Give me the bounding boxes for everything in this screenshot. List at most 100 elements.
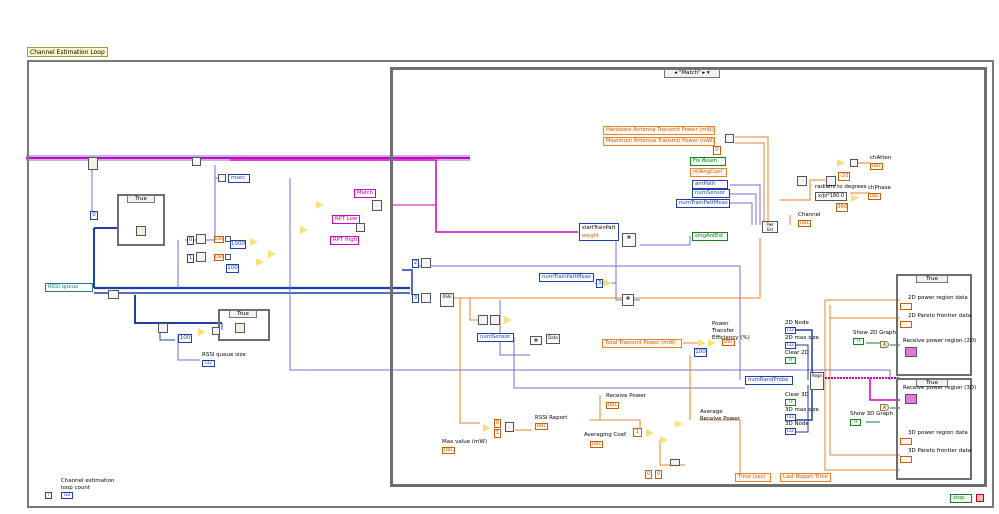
ms-timer-icon [192, 157, 201, 166]
num-rand-probe-control[interactable]: numRandProbe [745, 376, 793, 385]
last-report-time-control[interactable]: Last Report Time [780, 473, 831, 482]
node-2d-control[interactable]: I32 [785, 327, 796, 334]
rel-ang-coef-control[interactable]: relAngCoef [690, 168, 727, 177]
const-2[interactable]: 2 [412, 259, 419, 268]
num-sensor-control[interactable]: numSensor [692, 189, 730, 198]
const-100-timer[interactable]: 100 [226, 264, 239, 273]
select-rssi[interactable] [505, 422, 514, 432]
case-selector-next-icon[interactable]: ▸ ▾ [702, 70, 709, 76]
pareto-2d-indicator [900, 321, 912, 328]
clear-2d-label: Clear 2D [785, 350, 809, 356]
power-estimator-subvi[interactable]: Pwr Est [762, 221, 778, 233]
ch-phase-label: chPhase [868, 185, 891, 191]
const-1-avg[interactable]: 1 [633, 428, 642, 437]
const-3[interactable]: 3 [412, 294, 419, 303]
node-3d-control[interactable]: I32 [785, 428, 796, 435]
queue-status-function[interactable] [108, 290, 119, 299]
train-pattern-subvi[interactable]: ▦ [622, 233, 636, 247]
max-size-2d-control[interactable]: I32 [785, 342, 796, 349]
max-value-control[interactable]: DBL [442, 447, 455, 454]
ant-path-control[interactable]: antPath [692, 180, 728, 189]
build-array-antenna[interactable] [725, 134, 734, 143]
get-queue-status-function[interactable] [158, 323, 168, 333]
subtract-avg [646, 429, 654, 437]
max-size-3d-label: 3D max size [785, 407, 819, 413]
start-train-patt-cluster[interactable]: startTrainPatt weight [579, 223, 619, 241]
power-region-2d-label: 2D power region data [908, 295, 968, 301]
greater-than-2 [256, 258, 264, 266]
const-0-avg-1[interactable]: 0 [645, 470, 652, 479]
true-case-2-selector[interactable]: True [229, 310, 257, 318]
max-antenna-power[interactable]: Maximum Antenna Transmit Power (mW) [603, 137, 715, 146]
rpt-high-const[interactable]: RPT High [330, 236, 359, 245]
rssi-subvi[interactable]: RSSI [440, 293, 454, 307]
index-array-2[interactable] [421, 293, 431, 303]
formula-node[interactable]: x/pi*180.0 [815, 192, 847, 201]
const-zero-timer[interactable]: 0 [187, 236, 194, 245]
subtract-2[interactable] [225, 254, 231, 260]
show-2d-graph-control[interactable]: TF [853, 338, 864, 345]
time-sec-control[interactable]: Time (sec) [735, 473, 771, 482]
clear-3d-control[interactable]: TF [785, 399, 796, 406]
true-case-1-selector[interactable]: True [127, 195, 155, 203]
const-100-eff[interactable]: 100 [694, 348, 707, 357]
const-one-timer[interactable]: 1 [187, 254, 194, 263]
const-100-queue[interactable]: 100 [178, 334, 192, 343]
rssi-report-label: RSSI Report [535, 415, 568, 421]
receive-power-indicator: DBL [606, 402, 619, 409]
node-2d-label: 2D Node [785, 320, 809, 326]
stop-control[interactable]: stop [950, 494, 972, 503]
weight-label: weight [582, 233, 599, 239]
rssi-queue-control[interactable]: RSSI queue [45, 283, 93, 292]
case-selector-prev-icon[interactable]: ◂ [674, 70, 677, 76]
case-2d-selector[interactable]: True [916, 275, 948, 283]
multiply-avg-2 [675, 420, 683, 428]
select-function-2[interactable] [356, 223, 365, 232]
const-0-avg-2[interactable]: 0 [655, 470, 662, 479]
data-subvi[interactable]: Data [546, 334, 560, 344]
or-function[interactable] [212, 327, 220, 335]
array-subset-2[interactable] [490, 315, 500, 325]
sing-ant-est-control[interactable]: singAntEst [692, 232, 728, 241]
power-region-2d-indicator [900, 303, 912, 310]
index-subvi-2[interactable]: ▦ [622, 294, 634, 306]
const-360[interactable]: 360 [836, 203, 848, 212]
dequeue-function[interactable] [88, 157, 98, 170]
total-transmit-power[interactable]: Total Transmit Power (mW) [602, 339, 682, 348]
const-1-rssi[interactable]: 1 [494, 429, 501, 438]
const-0-rssi[interactable]: 0 [494, 419, 501, 428]
const-1000[interactable]: 1000 [230, 240, 246, 249]
time-function-1[interactable] [196, 234, 206, 244]
const-3-b[interactable]: 3 [596, 279, 603, 288]
select-function-1[interactable] [372, 200, 382, 211]
num-sensor-control-2[interactable]: numSensor [477, 333, 514, 342]
num-train-patt-meas-control[interactable]: numTrainPattMeas [676, 199, 730, 208]
msec-constant[interactable]: msec [228, 174, 250, 183]
region-subvi[interactable]: Regn [810, 372, 824, 390]
loop-title: Channel Estimation Loop [27, 47, 108, 57]
compare-icon [198, 328, 206, 336]
const-neg20[interactable]: -20 [838, 172, 850, 181]
clear-2d-control[interactable]: TF [785, 357, 796, 364]
const-zero-left[interactable]: 0 [90, 211, 98, 220]
shift-register-icon [670, 459, 680, 466]
show-3d-graph-control[interactable]: TF [850, 419, 861, 426]
time-function-2[interactable] [196, 252, 206, 262]
index-array-1[interactable] [421, 258, 431, 268]
loop-count-indicator: I32 [61, 492, 73, 499]
start-train-patt-label: startTrainPatt [582, 225, 616, 231]
atten-node[interactable] [850, 159, 858, 167]
case-selector[interactable]: ◂ "Match" ▸ ▾ [664, 69, 720, 78]
num-train-patt-meas-2[interactable]: numTrainPattMeas [539, 273, 594, 282]
ch-atten-label: chAtten [870, 155, 892, 161]
match-const[interactable]: Match [354, 189, 376, 198]
multiply-icon [604, 279, 612, 287]
hw-antenna-power[interactable]: Hardware Antenna Transmit Power (mW) [603, 126, 715, 135]
build-array-sensor[interactable]: ▦ [530, 336, 542, 345]
const-0-antenna[interactable]: 0 [713, 146, 721, 155]
averaging-coef-control[interactable]: DBL [590, 441, 603, 448]
complex-to-polar[interactable] [797, 176, 807, 186]
fix-beam-control[interactable]: Fix Beam [690, 157, 726, 166]
array-subset[interactable] [478, 315, 488, 325]
max-size-3d-control[interactable]: I32 [785, 414, 796, 421]
